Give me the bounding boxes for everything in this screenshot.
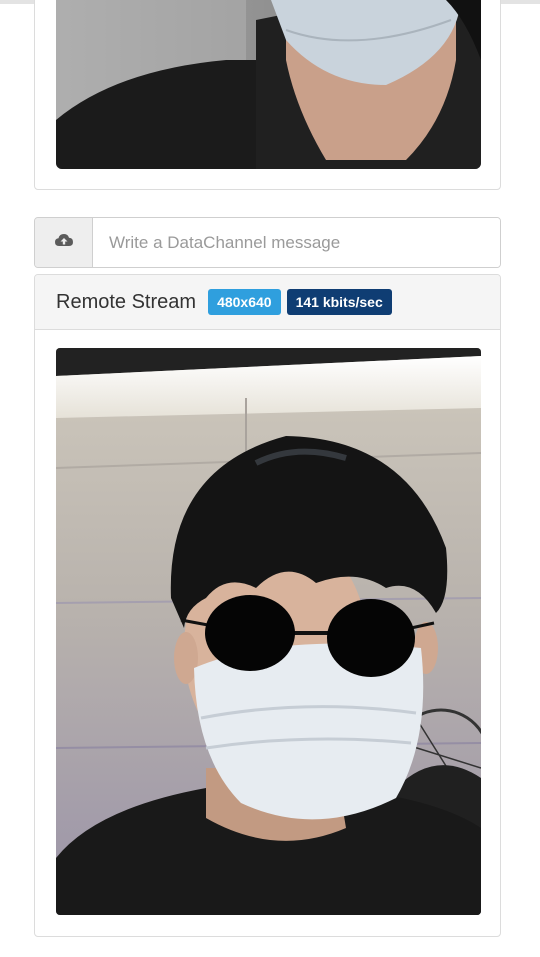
local-video[interactable] bbox=[56, 0, 481, 169]
remote-stream-title: Remote Stream bbox=[56, 290, 197, 313]
local-video-frame bbox=[56, 0, 481, 169]
remote-video[interactable] bbox=[56, 348, 481, 915]
datachannel-message-input[interactable] bbox=[93, 218, 500, 267]
resolution-badge: 480x640 bbox=[208, 289, 281, 315]
remote-stream-heading: Remote Stream 480x640 141 kbits/sec bbox=[35, 275, 500, 330]
bitrate-badge: 141 kbits/sec bbox=[286, 289, 392, 315]
remote-stream-panel: Remote Stream 480x640 141 kbits/sec bbox=[34, 274, 501, 937]
upload-button[interactable] bbox=[35, 218, 93, 267]
cloud-upload-icon bbox=[54, 232, 74, 253]
datachannel-input-group bbox=[34, 217, 501, 268]
remote-video-frame bbox=[56, 348, 481, 915]
